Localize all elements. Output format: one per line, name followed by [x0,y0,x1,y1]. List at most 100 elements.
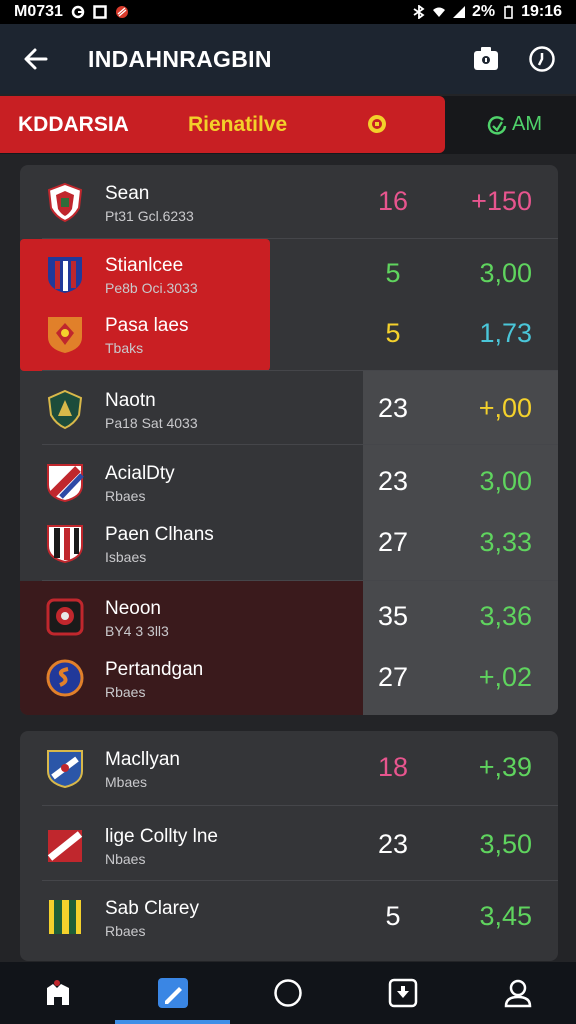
battery-icon [504,5,513,19]
download-icon [388,978,418,1008]
search-icon[interactable] [366,113,390,137]
odds-value-secondary[interactable]: 3,45 [440,886,558,946]
team-meta: Pt31 Gcl.6233 [105,208,194,224]
team-crest-icon [47,182,83,223]
odds-value-secondary[interactable]: +,00 [440,378,558,438]
banner-side-label: AM [512,113,542,135]
camera-button[interactable] [470,43,502,75]
odds-card-2: Macllyan Mbaes 18 +,39 lige Collty lne N… [20,731,558,961]
odds-value-secondary[interactable]: 3,00 [440,451,558,511]
odds-value-secondary[interactable]: 1,73 [440,303,558,363]
odds-value[interactable]: 16 [363,171,423,231]
team-name: Neoon [105,598,161,619]
camera-icon [474,47,498,70]
clock: 19:16 [521,3,562,20]
team-crest-icon [46,659,84,697]
page-title: INDAHNRAGBIN [88,45,272,72]
odds-value-secondary[interactable]: +,02 [440,647,558,707]
team-name: Sean [105,183,150,204]
team-name: Sab Clarey [105,898,199,919]
odds-value-secondary[interactable]: +,39 [440,737,558,797]
team-crest-icon [47,464,84,503]
match-row[interactable]: Sean Pt31 Gcl.6233 16 +150 [20,165,558,239]
team-crest-icon [48,317,82,353]
match-row[interactable]: Naotn Pa18 Sat 4033 23 +,00 [20,371,558,445]
team-name: Naotn [105,390,156,411]
team-meta: Tbaks [105,340,144,356]
odds-value[interactable]: 5 [363,243,423,303]
match-row[interactable]: Stianlcee Pe8b Oci.3033 5 3,00 Pasa laes… [20,239,558,371]
team-crest-icon [47,750,83,789]
timer-button[interactable] [526,43,558,75]
team-meta: Pe8b Oci.3033 [105,280,198,296]
team-meta: Nbaes [105,851,146,867]
banner-label-left: KDDARSIA [18,112,129,136]
odds-value[interactable]: 5 [363,303,423,363]
profile-icon [505,979,532,1008]
team-name: Macllyan [105,749,180,770]
status-left-text: M0731 [14,3,63,20]
match-row[interactable]: Neoon BY4 3 3ll3 35 3,36 Pertandgan Rbae… [20,581,558,715]
nav-download[interactable] [346,962,461,1024]
team-crest-icon [47,830,83,862]
odds-value-secondary[interactable]: 3,50 [440,814,558,874]
app-icon [93,5,107,19]
odds-value[interactable]: 5 [363,886,423,946]
edit-icon [157,978,188,1008]
team-name: Stianlcee [105,255,184,276]
team-name: Pertandgan [105,659,204,680]
team-name: AcialDty [105,463,175,484]
nav-edit[interactable] [115,962,231,1024]
nav-profile[interactable] [461,962,576,1024]
bottom-nav [0,962,576,1024]
odds-card-1: Sean Pt31 Gcl.6233 16 +150 Stianlcee Pe8… [20,165,558,715]
arrow-left-icon [24,48,48,70]
battery-level: 2% [471,3,496,20]
nav-home[interactable] [0,962,115,1024]
team-crest-icon [46,598,84,636]
nav-circle[interactable] [230,962,345,1024]
team-crest-icon [47,389,83,430]
filter-banner: KDDARSIA Rienatilve AM [0,96,576,154]
team-meta: Rbaes [105,684,146,700]
team-meta: BY4 3 3ll3 [105,623,169,639]
app-bar: INDAHNRAGBIN [0,24,576,94]
odds-value-secondary[interactable]: 3,33 [440,512,558,572]
odds-value[interactable]: 23 [363,451,423,511]
odds-value-secondary[interactable]: +150 [440,171,558,231]
match-row[interactable]: AcialDty Rbaes 23 3,00 Paen Clhans Isbae… [20,445,558,581]
team-crest-icon [49,900,81,934]
team-name: Pasa laes [105,315,189,336]
odds-value[interactable]: 23 [363,814,423,874]
banner-label-mid: Rienatilve [188,112,288,136]
team-name: lige Collty lne [105,826,218,847]
match-row[interactable]: lige Collty lne Nbaes 23 3,50 [20,806,558,881]
odds-value[interactable]: 35 [363,586,423,646]
odds-value-secondary[interactable]: 3,00 [440,243,558,303]
team-meta: Rbaes [105,488,146,504]
banner-side-tab[interactable]: AM [452,96,576,153]
timer-icon [529,46,555,72]
odds-value[interactable]: 27 [363,647,423,707]
signal-icon [452,6,465,18]
status-bar: M0731 2% 19:16 [0,0,576,24]
odds-value-secondary[interactable]: 3,36 [440,586,558,646]
match-row[interactable]: Sab Clarey Rbaes 5 3,45 [20,881,558,961]
odds-value[interactable]: 18 [363,737,423,797]
team-meta: Isbaes [105,549,147,565]
odds-value[interactable]: 23 [363,378,423,438]
wifi-icon [432,7,445,17]
refresh-icon [487,115,507,135]
team-meta: Rbaes [105,923,146,939]
team-name: Paen Clhans [105,524,214,545]
odds-value[interactable]: 27 [363,512,423,572]
notification-icon [115,6,128,18]
home-icon [46,980,69,1005]
team-meta: Mbaes [105,774,148,790]
google-icon [71,5,85,19]
banner-tab-active[interactable]: KDDARSIA Rienatilve [0,96,445,153]
back-button[interactable] [0,24,72,94]
team-meta: Pa18 Sat 4033 [105,415,198,431]
match-row[interactable]: Macllyan Mbaes 18 +,39 [20,731,558,806]
bluetooth-icon [413,5,425,19]
